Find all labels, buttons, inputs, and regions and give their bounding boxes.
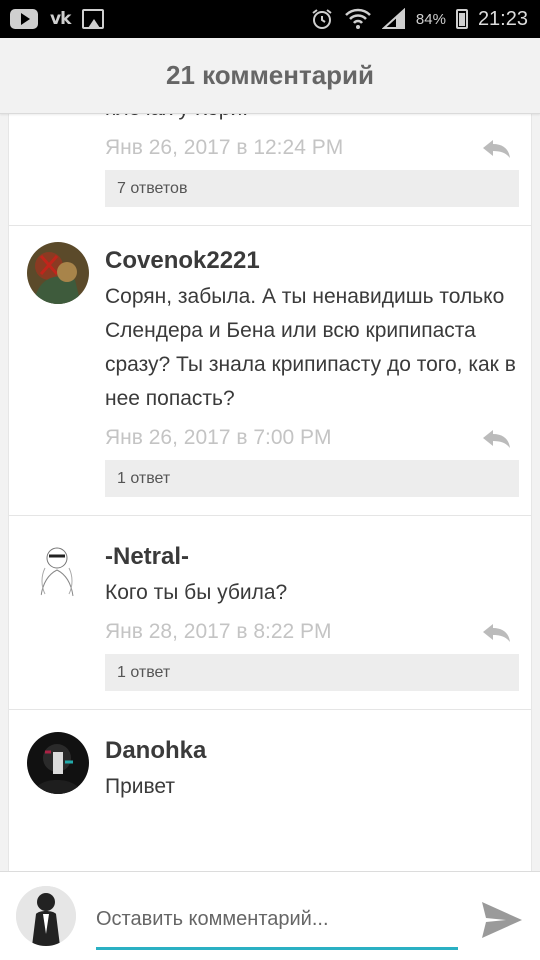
battery-icon bbox=[455, 9, 468, 29]
battery-percent: 84% bbox=[415, 10, 446, 28]
comment-author[interactable]: Covenok2221 bbox=[105, 242, 519, 280]
anime-avatar-icon bbox=[27, 242, 89, 304]
comment-meta: Янв 26, 2017 в 7:00 PM bbox=[105, 416, 519, 460]
sketch-avatar-icon bbox=[27, 538, 89, 600]
comment-meta: Янв 28, 2017 в 8:22 PM bbox=[105, 610, 519, 654]
avatar[interactable] bbox=[27, 732, 89, 794]
comment-author[interactable]: Danohka bbox=[105, 732, 519, 770]
replies-button[interactable]: 1 ответ bbox=[105, 460, 519, 497]
comment-author[interactable]: -Netral- bbox=[105, 538, 519, 576]
comment-composer bbox=[0, 871, 540, 960]
reply-icon[interactable] bbox=[479, 427, 513, 449]
user-avatar[interactable] bbox=[16, 886, 76, 946]
notification-icons: vk bbox=[0, 9, 105, 29]
send-icon[interactable] bbox=[480, 900, 524, 940]
comments-header: 21 комментарий bbox=[0, 38, 540, 114]
alarm-icon bbox=[312, 9, 332, 29]
wifi-icon bbox=[345, 8, 371, 29]
comment-input[interactable] bbox=[96, 898, 458, 950]
comment-item: -Netral- Кого ты бы убила? Янв 28, 2017 … bbox=[9, 516, 531, 710]
status-bar: vk 84% 21:23 bbox=[0, 0, 540, 38]
gallery-icon bbox=[82, 9, 105, 29]
avatar[interactable] bbox=[27, 538, 89, 600]
youtube-icon bbox=[10, 9, 38, 29]
comment-text: плечах у Кори. bbox=[105, 114, 519, 126]
comment-body: -Netral- Кого ты бы убила? Янв 28, 2017 … bbox=[105, 538, 519, 691]
comment-item: Danohka Привет bbox=[9, 710, 531, 804]
comment-text: Сорян, забыла. А ты ненавидишь только Сл… bbox=[105, 285, 516, 410]
comment-date: Янв 26, 2017 в 12:24 PM bbox=[105, 136, 344, 159]
dark-avatar-icon bbox=[27, 732, 89, 794]
avatar[interactable] bbox=[27, 242, 89, 304]
comment-date: Янв 26, 2017 в 7:00 PM bbox=[105, 426, 332, 449]
comments-feed[interactable]: плечах у Кори. Янв 26, 2017 в 12:24 PM 7… bbox=[8, 114, 532, 871]
reply-icon[interactable] bbox=[479, 621, 513, 643]
vk-icon: vk bbox=[50, 9, 71, 29]
replies-button[interactable]: 7 ответов bbox=[105, 170, 519, 207]
clock: 21:23 bbox=[477, 7, 528, 30]
comment-text: Привет bbox=[105, 775, 176, 798]
comment-body: Covenok2221 Сорян, забыла. А ты ненавиди… bbox=[105, 242, 519, 497]
page-title: 21 комментарий bbox=[165, 60, 375, 90]
reply-icon[interactable] bbox=[479, 137, 513, 159]
comment-body: Danohka Привет bbox=[105, 732, 519, 804]
comment-body: плечах у Кори. Янв 26, 2017 в 12:24 PM 7… bbox=[105, 114, 519, 207]
system-icons: 84% 21:23 bbox=[310, 7, 540, 31]
comment-meta: Янв 26, 2017 в 12:24 PM bbox=[105, 126, 519, 170]
comment-item: плечах у Кори. Янв 26, 2017 в 12:24 PM 7… bbox=[9, 114, 531, 226]
user-avatar-icon bbox=[16, 886, 76, 946]
comment-date: Янв 28, 2017 в 8:22 PM bbox=[105, 620, 332, 643]
signal-icon bbox=[381, 8, 405, 29]
comment-item: Covenok2221 Сорян, забыла. А ты ненавиди… bbox=[9, 226, 531, 516]
replies-button[interactable]: 1 ответ bbox=[105, 654, 519, 691]
comment-text: Кого ты бы убила? bbox=[105, 581, 288, 604]
